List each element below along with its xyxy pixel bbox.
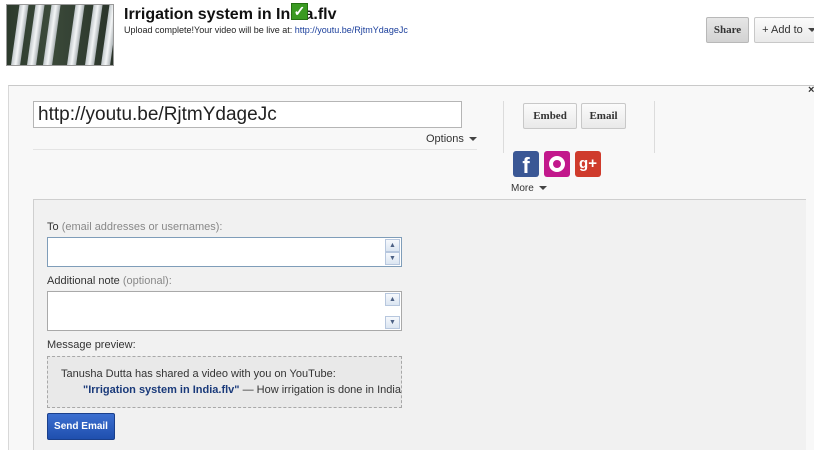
upload-status: Upload complete!Your video will be live … bbox=[124, 25, 408, 35]
share-url-field[interactable]: http://youtu.be/RjtmYdageJc bbox=[33, 101, 462, 128]
google-plus-icon[interactable]: g+ bbox=[575, 151, 601, 177]
preview-video-title: "Irrigation system in India.flv" bbox=[83, 384, 240, 396]
thumbnail-pipe bbox=[25, 5, 46, 65]
options-label: Options bbox=[426, 133, 464, 145]
caret-down-icon bbox=[538, 186, 547, 191]
more-label: More bbox=[511, 183, 534, 194]
divider bbox=[503, 101, 504, 153]
upload-status-text: Upload complete!Your video will be live … bbox=[124, 25, 295, 35]
email-button[interactable]: Email bbox=[581, 103, 626, 129]
note-hint: (optional): bbox=[122, 275, 172, 287]
note-label: Additional note (optional): bbox=[47, 275, 172, 287]
caret-down-icon bbox=[807, 28, 814, 33]
orkut-icon[interactable] bbox=[544, 151, 570, 177]
scroll-up-icon[interactable]: ▲ bbox=[385, 293, 400, 306]
thumbnail-pipe bbox=[41, 5, 62, 65]
divider bbox=[654, 101, 655, 153]
embed-button[interactable]: Embed bbox=[523, 103, 577, 129]
add-to-label: + Add to bbox=[762, 24, 803, 36]
preview-label: Message preview: bbox=[47, 339, 136, 351]
more-toggle[interactable]: More bbox=[511, 183, 547, 194]
thumbnail-pipe bbox=[83, 5, 104, 65]
divider bbox=[33, 149, 477, 150]
to-label-text: To bbox=[47, 221, 59, 233]
close-icon[interactable]: × bbox=[808, 84, 814, 96]
preview-line-1: Tanusha Dutta has shared a video with yo… bbox=[61, 368, 336, 380]
add-to-button[interactable]: + Add to bbox=[754, 17, 814, 43]
scroll-down-icon[interactable]: ▼ bbox=[385, 252, 400, 265]
thumbnail-pipe bbox=[65, 5, 86, 65]
share-page: Irrigation system in India.flv ✓ Upload … bbox=[0, 0, 814, 450]
scroll-down-icon[interactable]: ▼ bbox=[385, 316, 400, 329]
to-hint: (email addresses or usernames): bbox=[61, 221, 223, 233]
live-url-link[interactable]: http://youtu.be/RjtmYdageJc bbox=[295, 25, 408, 35]
note-scrollbar[interactable]: ▲ ▼ bbox=[385, 293, 400, 329]
preview-description: — How irrigation is done in India bbox=[239, 384, 401, 396]
facebook-icon[interactable]: f bbox=[513, 151, 539, 178]
preview-line-2: "Irrigation system in India.flv" — How i… bbox=[83, 384, 401, 396]
to-label: To (email addresses or usernames): bbox=[47, 221, 222, 233]
note-field[interactable]: ▲ ▼ bbox=[47, 291, 402, 331]
orkut-ring bbox=[549, 156, 565, 172]
video-thumbnail[interactable] bbox=[6, 4, 114, 66]
share-button[interactable]: Share bbox=[706, 17, 749, 43]
scroll-up-icon[interactable]: ▲ bbox=[385, 239, 400, 252]
note-label-text: Additional note bbox=[47, 275, 120, 287]
to-scrollbar[interactable]: ▲ ▼ bbox=[385, 239, 400, 265]
send-email-button[interactable]: Send Email bbox=[47, 413, 115, 440]
thumbnail-pipe bbox=[9, 5, 30, 65]
options-toggle[interactable]: Options bbox=[426, 133, 477, 145]
to-field[interactable]: ▲ ▼ bbox=[47, 237, 402, 267]
thumbnail-pipe bbox=[99, 5, 113, 65]
caret-down-icon bbox=[468, 137, 477, 142]
message-preview: Tanusha Dutta has shared a video with yo… bbox=[47, 356, 402, 408]
checkmark-icon: ✓ bbox=[291, 3, 308, 20]
